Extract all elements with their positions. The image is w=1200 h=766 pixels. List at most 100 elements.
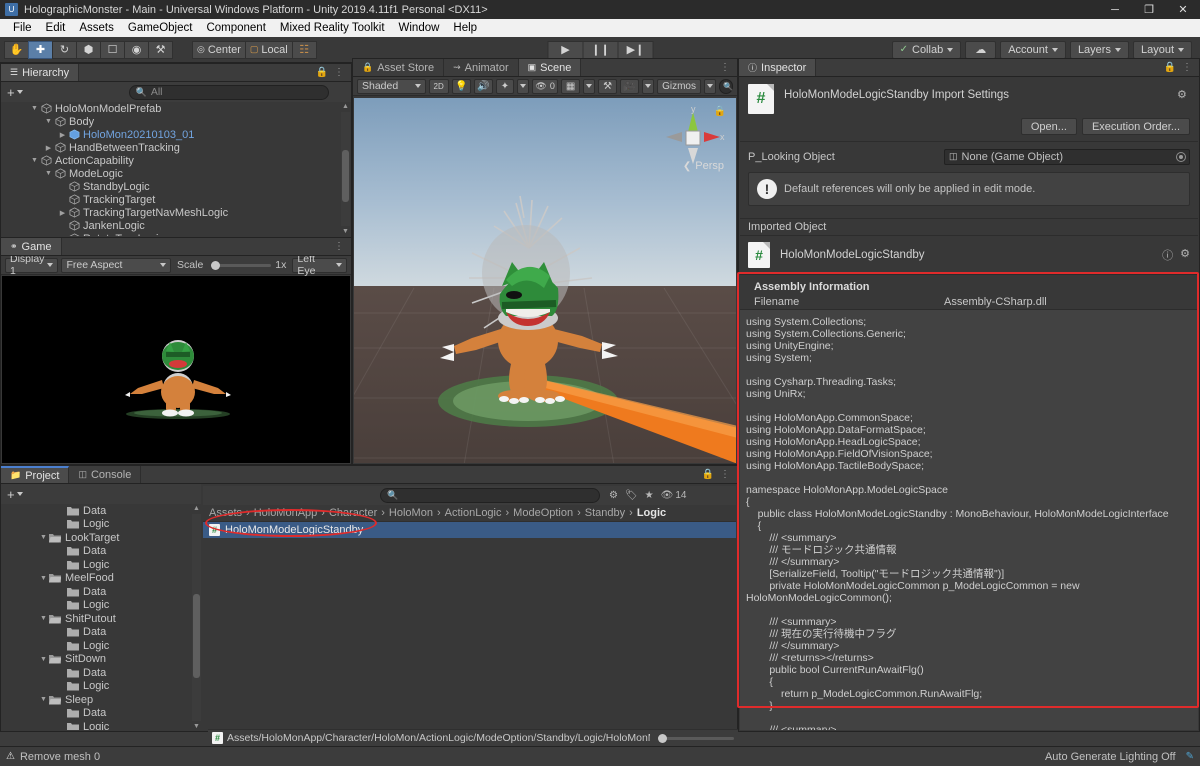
chevron-down-icon[interactable]: ▼ [29, 105, 40, 112]
collab-button[interactable]: ✓ Collab [891, 40, 962, 59]
project-folder-shitputout[interactable]: ▼ ShitPutout [2, 612, 202, 626]
project-folder-logic[interactable]: Logic [2, 639, 202, 653]
scene-gizmos-dropdown[interactable] [704, 78, 716, 94]
layout-button[interactable]: Layout [1132, 40, 1192, 59]
menu-item-gameobject[interactable]: GameObject [121, 19, 200, 37]
execution-order-button[interactable]: Execution Order... [1081, 118, 1190, 135]
scroll-up-arrow[interactable]: ▲ [341, 102, 350, 111]
project-zoom-knob[interactable] [658, 733, 667, 743]
chevron-down-icon[interactable]: ▼ [38, 575, 49, 582]
tab-asset-store[interactable]: 🔒 Asset Store [353, 59, 445, 76]
kebab-menu-icon[interactable]: ⋮ [334, 241, 344, 252]
project-folder-data[interactable]: Data [2, 626, 202, 640]
pivot-mode-button[interactable]: ◎ Center [192, 40, 246, 59]
chevron-down-icon[interactable]: ▼ [38, 534, 49, 541]
kebab-menu-icon[interactable]: ⋮ [334, 67, 344, 78]
lock-icon[interactable]: 🔒 [1164, 62, 1176, 73]
hierarchy-item-trackingtarget[interactable]: TrackingTarget [1, 193, 351, 206]
collab-status-icon[interactable]: ✎ [1186, 751, 1194, 762]
account-button[interactable]: Account [1000, 40, 1066, 59]
menu-item-help[interactable]: Help [446, 19, 484, 37]
scene-grid-dropdown[interactable] [583, 78, 596, 94]
hierarchy-item-standbylogic[interactable]: StandbyLogic [1, 180, 351, 193]
transform-tool-icon[interactable]: ◉ [124, 40, 149, 59]
object-picker-icon[interactable] [1176, 151, 1186, 162]
filter-by-favorite-icon[interactable]: ★ [645, 490, 654, 501]
breadcrumb-logic[interactable]: Logic [637, 507, 666, 519]
layers-button[interactable]: Layers [1069, 40, 1129, 59]
scene-viewport[interactable]: y x ❮ Persp 🔒 [354, 98, 736, 463]
scene-hidden-objects-toggle[interactable]: 👁 0 [532, 78, 559, 94]
breadcrumb-modeoption[interactable]: ModeOption [513, 507, 573, 519]
looking-object-input[interactable]: ◫ None (Game Object) [944, 148, 1190, 165]
hierarchy-item-trackingtargetnavmeshlogic[interactable]: ▶ TrackingTargetNavMeshLogic [1, 206, 351, 219]
status-message[interactable]: Remove mesh 0 [20, 751, 100, 763]
gear-icon[interactable]: ⚙ [1180, 247, 1190, 263]
game-scale-slider[interactable]: Scale 1x [174, 259, 286, 271]
hierarchy-item-holomon20210103_01[interactable]: ▶ HoloMon20210103_01 [1, 128, 351, 141]
hidden-packages-toggle[interactable]: 👁 14 [661, 490, 687, 501]
filter-by-label-icon[interactable]: 🏷 [625, 490, 638, 501]
gear-icon[interactable]: ⚙ [1177, 88, 1190, 101]
scene-lighting-toggle[interactable]: 💡 [451, 78, 471, 94]
menu-item-window[interactable]: Window [392, 19, 447, 37]
chevron-down-icon[interactable]: ▼ [38, 615, 49, 622]
scrollbar-thumb[interactable] [342, 150, 349, 202]
custom-tool-icon[interactable]: ⚒ [148, 40, 173, 59]
project-folder-data[interactable]: Data [2, 585, 202, 599]
lock-icon[interactable]: 🔒 [316, 67, 328, 78]
scene-component-tools[interactable]: ⚒ [598, 78, 618, 94]
scale-tool-icon[interactable]: ⬢ [76, 40, 101, 59]
scene-camera-dropdown[interactable] [642, 78, 655, 94]
project-folder-sitdown[interactable]: ▼ SitDown [2, 653, 202, 667]
chevron-right-icon[interactable]: ▶ [43, 144, 54, 152]
scene-effects-dropdown[interactable] [517, 78, 530, 94]
hierarchy-item-jankenlogic[interactable]: JankenLogic [1, 219, 351, 232]
game-eye-dropdown[interactable]: Left Eye [292, 253, 347, 277]
rotate-tool-icon[interactable]: ↻ [52, 40, 77, 59]
scene-search-input[interactable]: 🔍 [719, 78, 733, 94]
filter-by-type-icon[interactable]: ⚙ [609, 490, 618, 501]
scene-lock-icon[interactable]: 🔒 [714, 106, 726, 117]
scroll-down-arrow[interactable]: ▼ [192, 722, 201, 730]
asset-list-item-selected[interactable]: # HoloMonModeLogicStandby [203, 522, 736, 538]
project-folder-looktarget[interactable]: ▼ LookTarget [2, 531, 202, 545]
open-button[interactable]: Open... [1020, 118, 1077, 135]
kebab-menu-icon[interactable]: ⋮ [720, 62, 730, 73]
project-zoom-slider[interactable] [658, 733, 734, 743]
step-button[interactable]: ▶❙ [617, 40, 654, 59]
scale-slider-track[interactable] [211, 260, 272, 270]
pause-button[interactable]: ❙❙ [582, 40, 619, 59]
project-folder-data[interactable]: Data [2, 545, 202, 559]
grid-snap-icon[interactable]: ☷ [291, 40, 317, 59]
script-preview[interactable]: using System.Collections; using System.C… [740, 309, 1198, 730]
scene-gizmos-button[interactable]: Gizmos [657, 78, 701, 94]
project-folder-logic[interactable]: Logic [2, 518, 202, 532]
hierarchy-item-body[interactable]: ▼ Body [1, 115, 351, 128]
hierarchy-tree[interactable]: ▼ HoloMonModelPrefab ▼ Body ▶ HoloMon20210103… [1, 102, 351, 236]
project-folder-sleep[interactable]: ▼ Sleep [2, 693, 202, 707]
scroll-up-arrow[interactable]: ▲ [192, 504, 201, 513]
scene-perspective-label[interactable]: ❮ Persp [683, 160, 724, 172]
scene-effects-toggle[interactable]: ✦ [495, 78, 515, 94]
menu-item-assets[interactable]: Assets [72, 19, 121, 37]
hierarchy-item-actioncapability[interactable]: ▼ ActionCapability [1, 154, 351, 167]
maximize-button[interactable]: ❐ [1132, 0, 1166, 19]
breadcrumb-assets[interactable]: Assets [209, 507, 242, 519]
menu-item-file[interactable]: File [6, 19, 39, 37]
chevron-right-icon[interactable]: ▶ [57, 209, 68, 217]
game-display-dropdown[interactable]: Display 1 [5, 253, 59, 277]
hierarchy-item-handbetweentracking[interactable]: ▶ HandBetweenTracking [1, 141, 351, 154]
chevron-down-icon[interactable]: ▼ [43, 118, 54, 125]
hierarchy-item-holomonmodelprefab[interactable]: ▼ HoloMonModelPrefab [1, 102, 351, 115]
project-folder-data[interactable]: Data [2, 666, 202, 680]
scene-camera-toggle[interactable]: 🎥 [620, 78, 640, 94]
breadcrumb-holomonapp[interactable]: HoloMonApp [254, 507, 318, 519]
chevron-down-icon[interactable]: ▼ [43, 170, 54, 177]
tab-hierarchy[interactable]: ☰ Hierarchy [1, 64, 80, 81]
game-aspect-dropdown[interactable]: Free Aspect [61, 257, 172, 273]
menu-item-mixed-reality-toolkit[interactable]: Mixed Reality Toolkit [273, 19, 392, 37]
tab-animator[interactable]: ⇝ Animator [444, 59, 519, 76]
cloud-button[interactable]: ☁ [965, 40, 997, 59]
scene-audio-toggle[interactable]: 🔊 [473, 78, 493, 94]
